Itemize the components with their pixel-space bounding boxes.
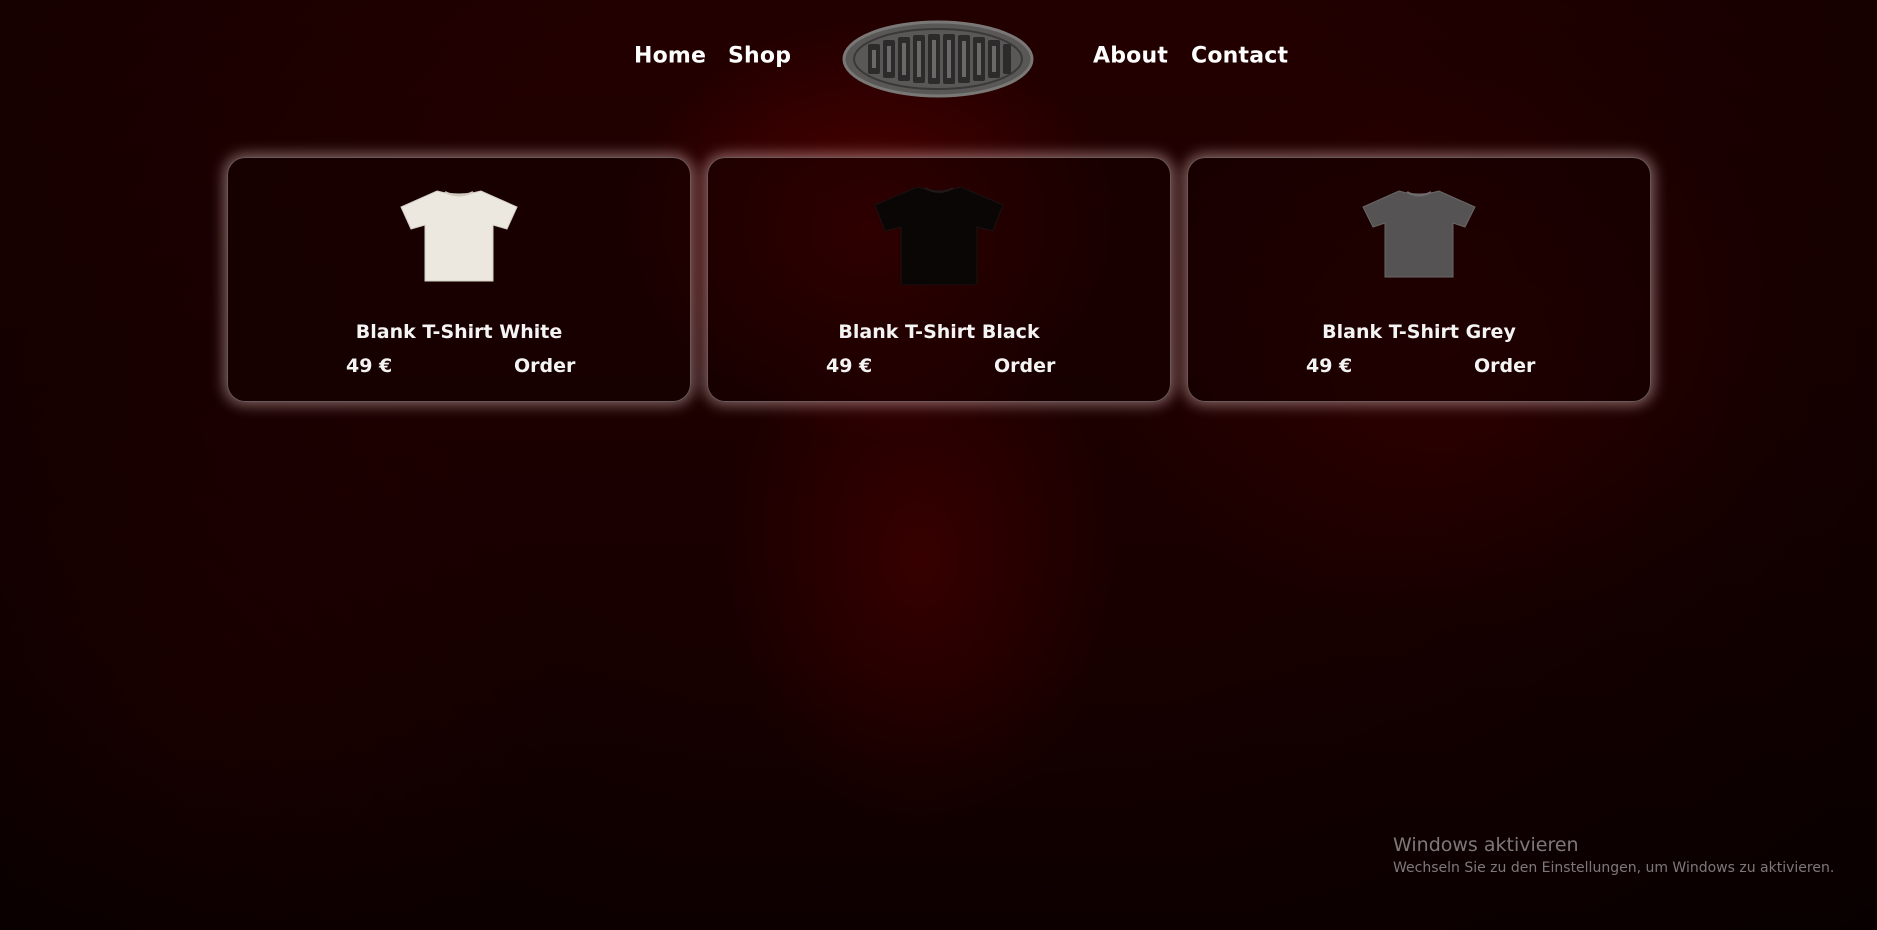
product-price: 49 €: [826, 355, 873, 377]
product-price: 49 €: [1306, 355, 1353, 377]
product-card-white: Blank T-Shirt White 49 € Order: [227, 157, 691, 402]
activation-title: Windows aktivieren: [1393, 834, 1579, 856]
nav-link-shop[interactable]: Shop: [728, 44, 791, 69]
product-title: Blank T-Shirt Grey: [1322, 321, 1516, 343]
nav-link-about[interactable]: About: [1093, 44, 1168, 69]
order-button[interactable]: Order: [514, 355, 575, 377]
background-vignette: [0, 0, 1877, 930]
brand-logo[interactable]: [842, 20, 1034, 98]
nav-link-contact[interactable]: Contact: [1191, 44, 1288, 69]
order-button[interactable]: Order: [994, 355, 1055, 377]
product-price: 49 €: [346, 355, 393, 377]
activation-subtitle: Wechseln Sie zu den Einstellungen, um Wi…: [1393, 860, 1835, 876]
product-title: Blank T-Shirt White: [355, 321, 563, 343]
top-navigation: Home Shop About Contact: [0, 14, 1877, 100]
tshirt-black-image: [874, 186, 1004, 285]
product-grid: Blank T-Shirt White 49 € Order Blank T-S…: [227, 157, 1651, 402]
product-title: Blank T-Shirt Black: [838, 321, 1040, 343]
order-button[interactable]: Order: [1474, 355, 1535, 377]
nav-link-home[interactable]: Home: [634, 44, 706, 69]
product-card-black: Blank T-Shirt Black 49 € Order: [707, 157, 1171, 402]
product-card-grey: Blank T-Shirt Grey 49 € Order: [1187, 157, 1651, 402]
tshirt-white-image: [400, 190, 518, 282]
windows-activation-watermark: Windows aktivieren Wechseln Sie zu den E…: [1393, 834, 1834, 876]
tshirt-grey-image: [1362, 190, 1476, 278]
brand-logo-graphic: [842, 20, 1034, 98]
